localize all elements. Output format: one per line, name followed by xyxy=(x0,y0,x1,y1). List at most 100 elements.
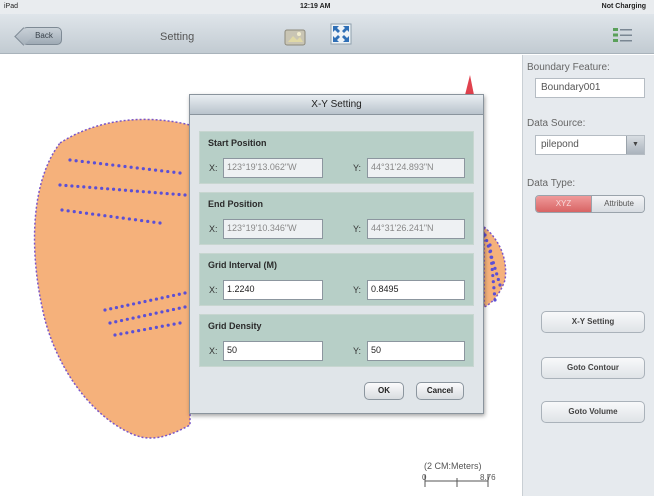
start-x-input[interactable]: 123°19'13.062"W xyxy=(223,158,323,178)
status-bar: iPad 12:19 AM Not Charging xyxy=(0,0,654,14)
data-source-value: pilepond xyxy=(541,139,579,150)
survey-point xyxy=(495,272,499,276)
xy-setting-dialog: X-Y Setting Start Position X: 123°19'13.… xyxy=(189,94,484,414)
data-type-attribute-segment[interactable]: Attribute xyxy=(591,196,644,212)
survey-point xyxy=(119,332,123,336)
survey-point xyxy=(491,280,495,284)
survey-point xyxy=(133,218,138,222)
survey-point xyxy=(165,191,169,196)
survey-point xyxy=(72,210,76,214)
survey-point xyxy=(131,316,135,320)
survey-point xyxy=(92,161,97,165)
survey-point xyxy=(147,167,152,171)
survey-point xyxy=(492,286,496,290)
survey-point xyxy=(166,309,170,313)
boundary-feature-label: Boundary Feature: xyxy=(527,62,610,73)
survey-point xyxy=(115,215,119,219)
survey-point xyxy=(177,292,181,296)
survey-point xyxy=(58,183,62,187)
dialog-title: X-Y Setting xyxy=(190,95,483,115)
survey-point xyxy=(121,216,125,220)
fullscreen-arrows-icon[interactable] xyxy=(330,23,352,45)
grid-interval-group: Grid Interval (M) X: 1.2240 Y: 0.8495 xyxy=(199,253,474,306)
chevron-down-icon[interactable]: ▼ xyxy=(626,136,644,154)
boundary-feature-field[interactable]: Boundary001 xyxy=(535,78,645,98)
survey-point xyxy=(70,184,74,188)
survey-point xyxy=(143,299,147,304)
survey-point xyxy=(171,307,176,312)
survey-point xyxy=(140,218,144,223)
survey-point xyxy=(498,283,502,287)
survey-point xyxy=(147,190,151,194)
interval-x-label: X: xyxy=(209,285,218,295)
xy-setting-button[interactable]: X-Y Setting xyxy=(541,311,645,333)
grid-density-group: Grid Density X: 50 Y: 50 xyxy=(199,314,474,367)
start-y-input[interactable]: 44°31'24.893"N xyxy=(367,158,465,178)
survey-point xyxy=(114,320,118,324)
data-source-dropdown[interactable]: pilepond ▼ xyxy=(535,135,645,155)
survey-point xyxy=(183,305,187,309)
survey-point xyxy=(172,170,176,174)
page-title: Setting xyxy=(160,31,195,43)
density-y-label: Y: xyxy=(353,346,362,356)
survey-point xyxy=(490,267,494,272)
ok-button[interactable]: OK xyxy=(364,382,404,400)
landscape-picture-icon[interactable] xyxy=(282,26,308,48)
survey-point xyxy=(97,213,101,217)
interval-x-input[interactable]: 1.2240 xyxy=(223,280,323,300)
end-y-input[interactable]: 44°31'26.241"N xyxy=(367,219,465,239)
survey-point xyxy=(178,171,182,175)
survey-point xyxy=(64,183,68,188)
back-button[interactable]: Back xyxy=(22,27,62,45)
end-x-input[interactable]: 123°19'10.346"W xyxy=(223,219,323,239)
end-position-group: End Position X: 123°19'10.346"W Y: 44°31… xyxy=(199,192,474,245)
survey-point xyxy=(111,187,116,191)
survey-point xyxy=(123,164,127,169)
survey-point xyxy=(137,315,141,319)
survey-point xyxy=(143,314,147,318)
survey-point xyxy=(114,305,119,310)
survey-point xyxy=(125,317,129,321)
goto-volume-button[interactable]: Goto Volume xyxy=(541,401,645,423)
scale-max-label: 8.76 xyxy=(480,473,496,482)
survey-point xyxy=(98,162,103,166)
survey-point xyxy=(76,184,80,189)
cancel-button[interactable]: Cancel xyxy=(416,382,464,400)
survey-point xyxy=(108,321,112,325)
survey-point xyxy=(135,189,139,193)
end-x-label: X: xyxy=(209,224,218,234)
grid-density-label: Grid Density xyxy=(208,321,262,331)
survey-point xyxy=(153,168,158,172)
data-type-segmented-control[interactable]: XYZ Attribute xyxy=(535,195,645,213)
survey-point xyxy=(172,322,176,326)
status-time: 12:19 AM xyxy=(300,3,331,10)
survey-point xyxy=(158,221,162,225)
scale-min-label: 0 xyxy=(422,473,427,482)
goto-contour-button[interactable]: Goto Contour xyxy=(541,357,645,379)
survey-point xyxy=(166,169,170,174)
grid-interval-label: Grid Interval (M) xyxy=(208,260,278,270)
survey-point xyxy=(148,312,152,316)
survey-point xyxy=(493,298,497,302)
start-y-label: Y: xyxy=(353,163,362,173)
back-button-label: Back xyxy=(35,31,53,40)
survey-point xyxy=(159,191,163,195)
survey-point xyxy=(488,243,492,247)
density-y-input[interactable]: 50 xyxy=(367,341,465,361)
data-type-xyz-segment[interactable]: XYZ xyxy=(536,196,591,212)
survey-point xyxy=(160,296,164,300)
survey-point xyxy=(141,190,145,194)
survey-point xyxy=(120,304,124,308)
survey-point xyxy=(60,208,64,212)
navigation-bar: Back Setting xyxy=(0,14,654,54)
interval-y-input[interactable]: 0.8495 xyxy=(367,280,465,300)
survey-point xyxy=(183,291,187,295)
survey-point xyxy=(146,219,150,223)
survey-point xyxy=(103,214,107,218)
legend-list-icon[interactable] xyxy=(612,26,634,44)
survey-point xyxy=(160,324,164,328)
survey-point xyxy=(152,220,156,224)
density-x-input[interactable]: 50 xyxy=(223,341,323,361)
end-position-label: End Position xyxy=(208,199,263,209)
survey-point xyxy=(154,311,158,315)
